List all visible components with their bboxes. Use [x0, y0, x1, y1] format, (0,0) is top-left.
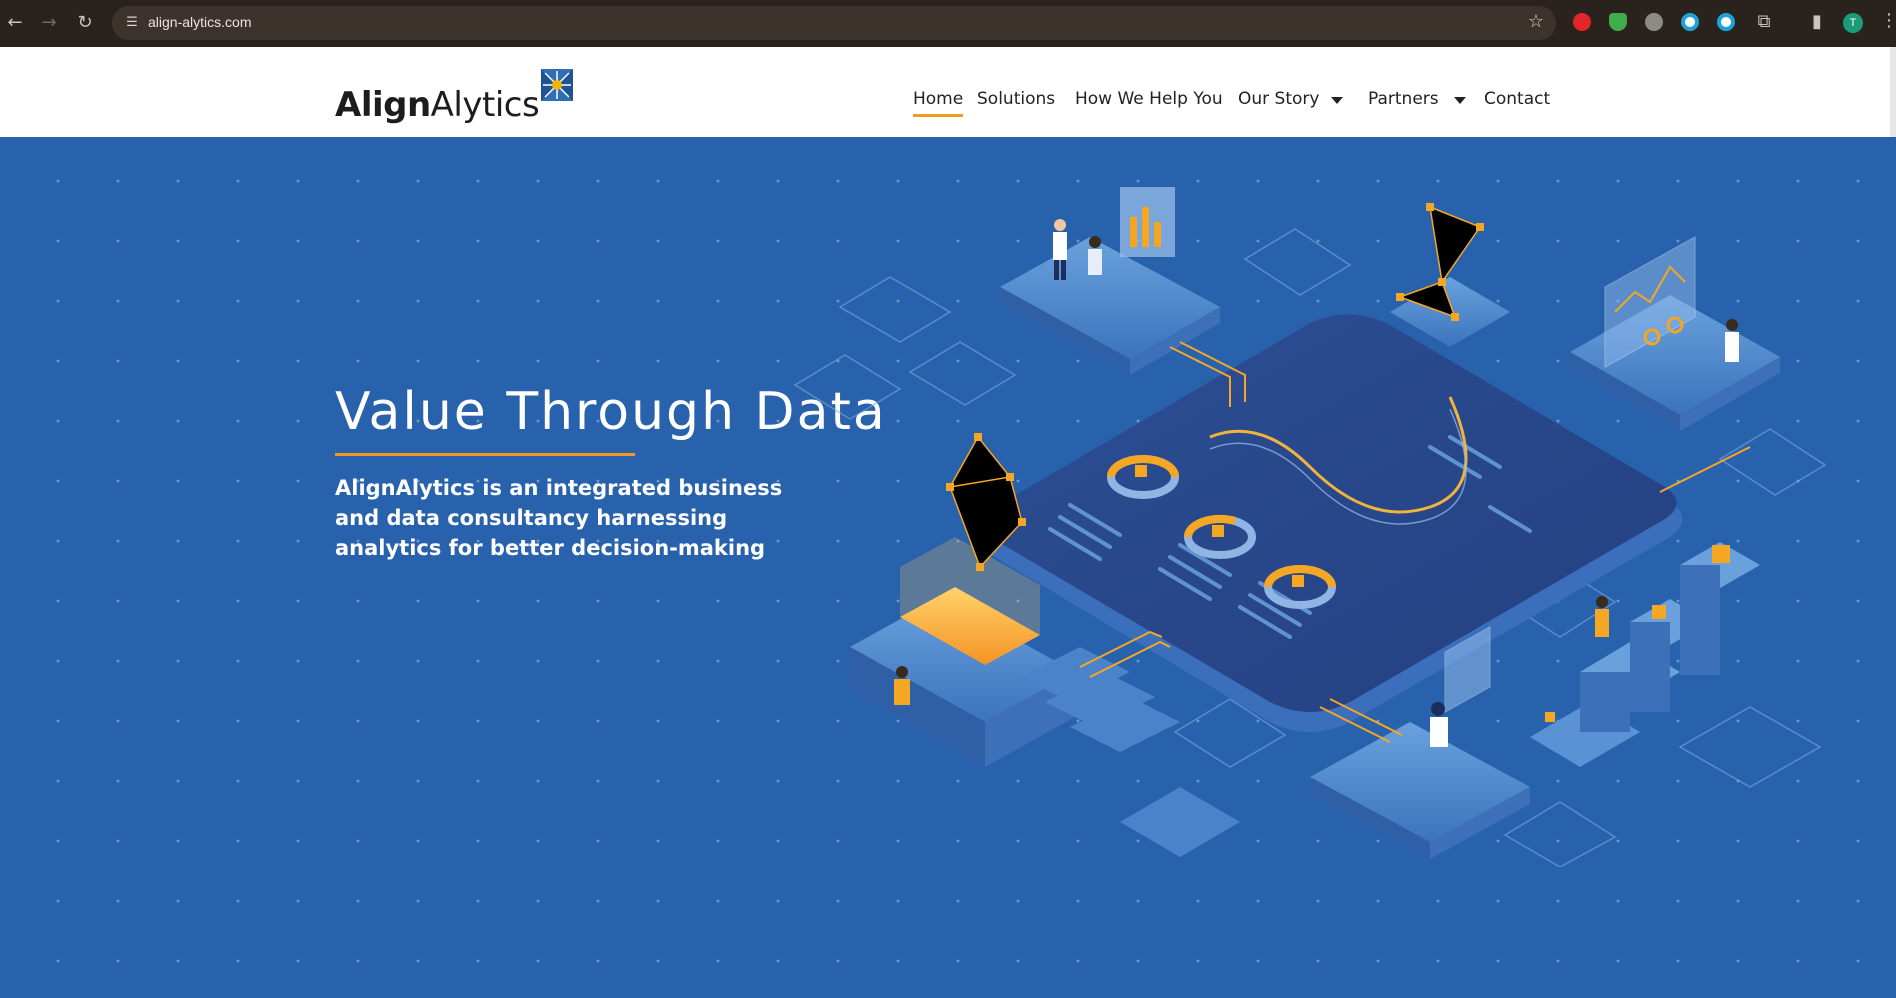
logo-mark-icon [541, 69, 573, 101]
site-logo[interactable]: AlignAlytics [335, 69, 575, 129]
side-panel-icon[interactable]: ▮ [1806, 11, 1828, 33]
nav-partners[interactable]: Partners [1368, 89, 1439, 109]
extensions-icon[interactable]: ⧉ [1753, 11, 1775, 33]
back-icon[interactable]: ← [4, 12, 26, 34]
browser-toolbar: ← → ↻ ☰ align-alytics.com ☆ ⧉ ▮ T ⋮ [0, 0, 1896, 47]
site-header: AlignAlytics Home Solutions How We Help … [0, 47, 1896, 137]
nav-contact[interactable]: Contact [1484, 89, 1550, 109]
nav-solutions[interactable]: Solutions [977, 89, 1055, 109]
reload-icon[interactable]: ↻ [74, 12, 96, 34]
extension-blue-ring-icon[interactable] [1681, 13, 1699, 31]
menu-icon[interactable]: ⋮ [1880, 10, 1896, 31]
isometric-data-illustration [793, 187, 1827, 867]
our-story-chevron-down-icon[interactable] [1331, 97, 1343, 104]
logo-text: AlignAlytics [335, 85, 540, 125]
extension-blue-ring-2-icon[interactable] [1717, 13, 1735, 31]
address-bar[interactable]: ☰ align-alytics.com ☆ [112, 6, 1556, 40]
extension-shield-icon[interactable] [1609, 13, 1627, 31]
extension-cloud-icon[interactable] [1645, 13, 1663, 31]
nav-our-story[interactable]: Our Story [1238, 89, 1319, 109]
hero-subtitle: AlignAlytics is an integrated business a… [335, 476, 783, 560]
partners-chevron-down-icon[interactable] [1454, 97, 1466, 104]
extension-red-icon[interactable] [1573, 13, 1591, 31]
url-text: align-alytics.com [148, 14, 252, 30]
forward-icon[interactable]: → [38, 12, 60, 34]
bookmark-star-icon[interactable]: ☆ [1528, 11, 1544, 32]
site-settings-icon[interactable]: ☰ [122, 13, 142, 33]
hero-title-underline [335, 453, 635, 456]
nav-home[interactable]: Home [913, 89, 964, 117]
profile-avatar[interactable]: T [1843, 13, 1863, 33]
nav-how-we-help[interactable]: How We Help You [1075, 89, 1223, 109]
hero-section: Value Through Data AlignAlytics is an in… [0, 137, 1890, 998]
